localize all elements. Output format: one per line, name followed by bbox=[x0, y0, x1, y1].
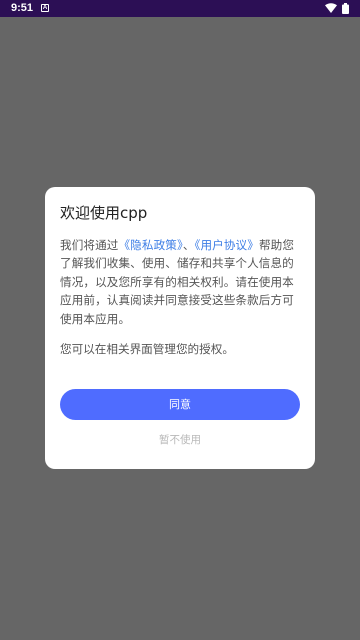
body-prefix: 我们将通过 bbox=[60, 238, 119, 252]
status-bar: 9:51 A bbox=[0, 0, 360, 17]
decline-button[interactable]: 暂不使用 bbox=[60, 431, 300, 449]
notification-icon: A bbox=[41, 4, 49, 12]
privacy-dialog: 欢迎使用cpp 我们将通过《隐私政策》、《用户协议》帮助您了解我们收集、使用、储… bbox=[45, 187, 315, 469]
status-time: 9:51 bbox=[11, 2, 34, 14]
privacy-policy-link[interactable]: 《隐私政策》 bbox=[118, 238, 182, 252]
screen: 9:51 A 欢迎使用cpp 我们将通过《隐私政策》、《用户协议》帮助您了解我们… bbox=[0, 0, 360, 640]
wifi-icon bbox=[325, 3, 337, 13]
user-agreement-link[interactable]: 《用户协议》 bbox=[195, 238, 259, 252]
dialog-title: 欢迎使用cpp bbox=[60, 204, 148, 222]
battery-icon bbox=[342, 3, 349, 14]
dialog-note: 您可以在相关界面管理您的授权。 bbox=[60, 342, 234, 356]
body-separator: 、 bbox=[182, 238, 195, 252]
dialog-body: 我们将通过《隐私政策》、《用户协议》帮助您了解我们收集、使用、储存和共享个人信息… bbox=[60, 236, 301, 328]
agree-button[interactable]: 同意 bbox=[60, 389, 300, 420]
